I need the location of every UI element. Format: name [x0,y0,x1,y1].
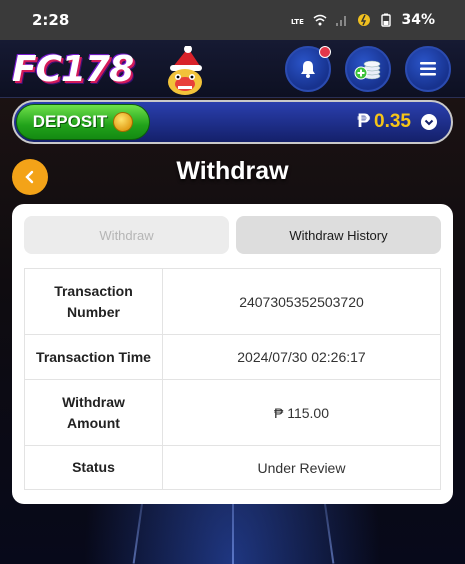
volte-icon: LTE [291,18,304,26]
table-row: Withdraw Amount ₱ 115.00 [24,379,441,446]
transaction-number-value: 2407305352503720 [162,268,441,335]
chevron-left-icon [25,170,34,184]
deposit-balance-bar: DEPOSIT ₱ 0.35 [12,100,453,144]
label-line: Transaction [54,282,133,299]
status-icons: LTE 34% [291,12,435,28]
menu-button[interactable] [405,46,451,92]
page-title: Withdraw [176,157,289,185]
battery-icon [381,13,392,27]
tab-withdraw-history[interactable]: Withdraw History [236,216,441,254]
status-time: 2:28 [32,11,70,29]
balance-display[interactable]: ₱ 0.35 [357,102,437,142]
app-header: FC178 [0,40,465,98]
back-button[interactable] [12,159,48,195]
hamburger-menu-icon [420,62,436,76]
transaction-time-label: Transaction Time [24,334,163,380]
data-saver-icon [358,14,371,26]
bell-icon [301,61,315,78]
wifi-icon [314,14,327,26]
notification-dot [319,46,331,58]
tab-withdraw[interactable]: Withdraw [24,216,229,254]
status-bar: 2:28 LTE 34% [0,0,465,40]
table-row: Transaction Time 2024/07/30 02:26:17 [24,334,441,380]
table-row: Transaction Number 2407305352503720 [24,268,441,335]
add-coins-button[interactable] [345,46,391,92]
withdraw-amount-label: Withdraw Amount [24,379,163,446]
label-line: Withdraw [62,393,125,410]
withdraw-amount-value: ₱ 115.00 [162,379,441,446]
app-logo[interactable]: FC178 [12,50,134,90]
chevron-down-icon[interactable] [421,114,437,130]
coin-icon [113,112,134,132]
currency-symbol: ₱ [357,111,371,132]
transaction-details-table: Transaction Number 2407305352503720 Tran… [24,268,441,490]
status-value: Under Review [162,445,441,490]
deposit-button[interactable]: DEPOSIT [16,104,150,140]
notifications-button[interactable] [285,46,331,92]
signal-icon [336,16,347,26]
label-line: Number [67,303,120,320]
table-row: Status Under Review [24,445,441,490]
transaction-number-label: Transaction Number [24,268,163,335]
coins-add-icon [354,60,381,80]
lion-mascot-icon [168,46,202,95]
label-line: Amount [67,414,120,431]
battery-percent: 34% [401,12,435,28]
deposit-label: DEPOSIT [32,112,108,131]
transaction-time-value: 2024/07/30 02:26:17 [162,334,441,380]
withdraw-card: Withdraw Withdraw History Transaction Nu… [12,204,453,504]
status-label: Status [24,445,163,490]
svg-text:LTE: LTE [291,18,304,26]
balance-amount: 0.35 [374,111,411,132]
